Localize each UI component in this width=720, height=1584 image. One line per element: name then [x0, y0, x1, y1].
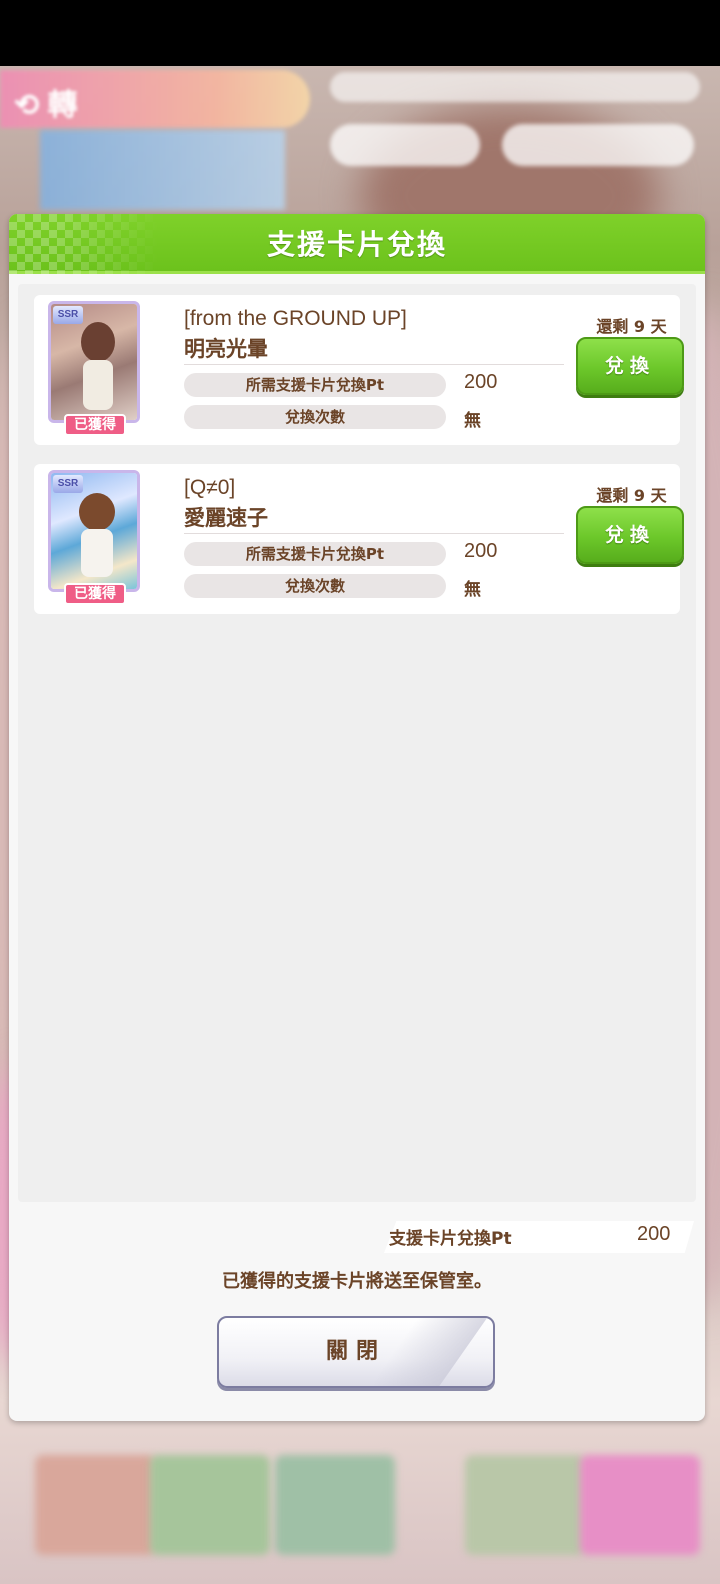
bg-nav-tile	[35, 1455, 155, 1555]
divider	[184, 533, 564, 534]
support-card-exchange-dialog: 支援卡片兌換 SSR 已獲得 [from the GROUND UP] 明亮光暈…	[9, 214, 705, 1421]
card-title: [Q≠0]	[184, 476, 236, 499]
count-label: 兌換次數	[184, 574, 446, 598]
owned-badge: 已獲得	[64, 583, 126, 605]
close-button[interactable]: 關閉	[217, 1316, 495, 1388]
bg-nav-tile	[150, 1455, 270, 1555]
card-character-name: 明亮光暈	[184, 337, 268, 361]
list-item: SSR 已獲得 [Q≠0] 愛麗速子 所需支援卡片兌換Pt 200 兌換次數 無…	[34, 464, 684, 614]
count-label: 兌換次數	[184, 405, 446, 429]
dialog-header: 支援卡片兌換	[9, 214, 705, 274]
remaining-days: 還剩 9 天	[596, 486, 667, 505]
cost-label: 所需支援卡片兌換Pt	[184, 542, 446, 566]
card-title: [from the GROUND UP]	[184, 307, 407, 330]
owned-badge: 已獲得	[64, 414, 126, 436]
pt-balance-value: 200	[637, 1223, 671, 1245]
count-value: 無	[464, 580, 481, 600]
dialog-title: 支援卡片兌換	[266, 228, 447, 261]
card-character-name: 愛麗速子	[184, 506, 268, 530]
cost-value: 200	[464, 371, 498, 393]
cost-value: 200	[464, 540, 498, 562]
bg-nav-tile	[580, 1455, 700, 1555]
divider	[184, 364, 564, 365]
bg-pill-button	[330, 124, 480, 166]
pt-balance-label: 支援卡片兌換Pt	[389, 1229, 512, 1249]
ssr-badge: SSR	[53, 475, 83, 493]
exchange-button[interactable]: 兌換	[576, 506, 684, 564]
list-item: SSR 已獲得 [from the GROUND UP] 明亮光暈 所需支援卡片…	[34, 295, 684, 445]
card-thumbnail[interactable]: SSR	[48, 470, 140, 592]
remaining-days: 還剩 9 天	[596, 317, 667, 336]
ssr-badge: SSR	[53, 306, 83, 324]
card-thumbnail[interactable]: SSR	[48, 301, 140, 423]
exchange-button[interactable]: 兌換	[576, 337, 684, 395]
bg-banner	[40, 130, 285, 210]
count-value: 無	[464, 411, 481, 431]
exchange-list[interactable]: SSR 已獲得 [from the GROUND UP] 明亮光暈 所需支援卡片…	[18, 284, 696, 1202]
close-button-label: 關閉	[325, 1339, 386, 1364]
bg-status-bar	[330, 72, 700, 102]
bg-nav-tile	[465, 1455, 585, 1555]
cost-label: 所需支援卡片兌換Pt	[184, 373, 446, 397]
bg-header-label: ⟲ 轉	[14, 89, 78, 122]
bg-pill-button	[502, 124, 694, 166]
notice-text: 已獲得的支援卡片將送至保管室。	[222, 1271, 492, 1292]
bg-nav-tile	[275, 1455, 395, 1555]
